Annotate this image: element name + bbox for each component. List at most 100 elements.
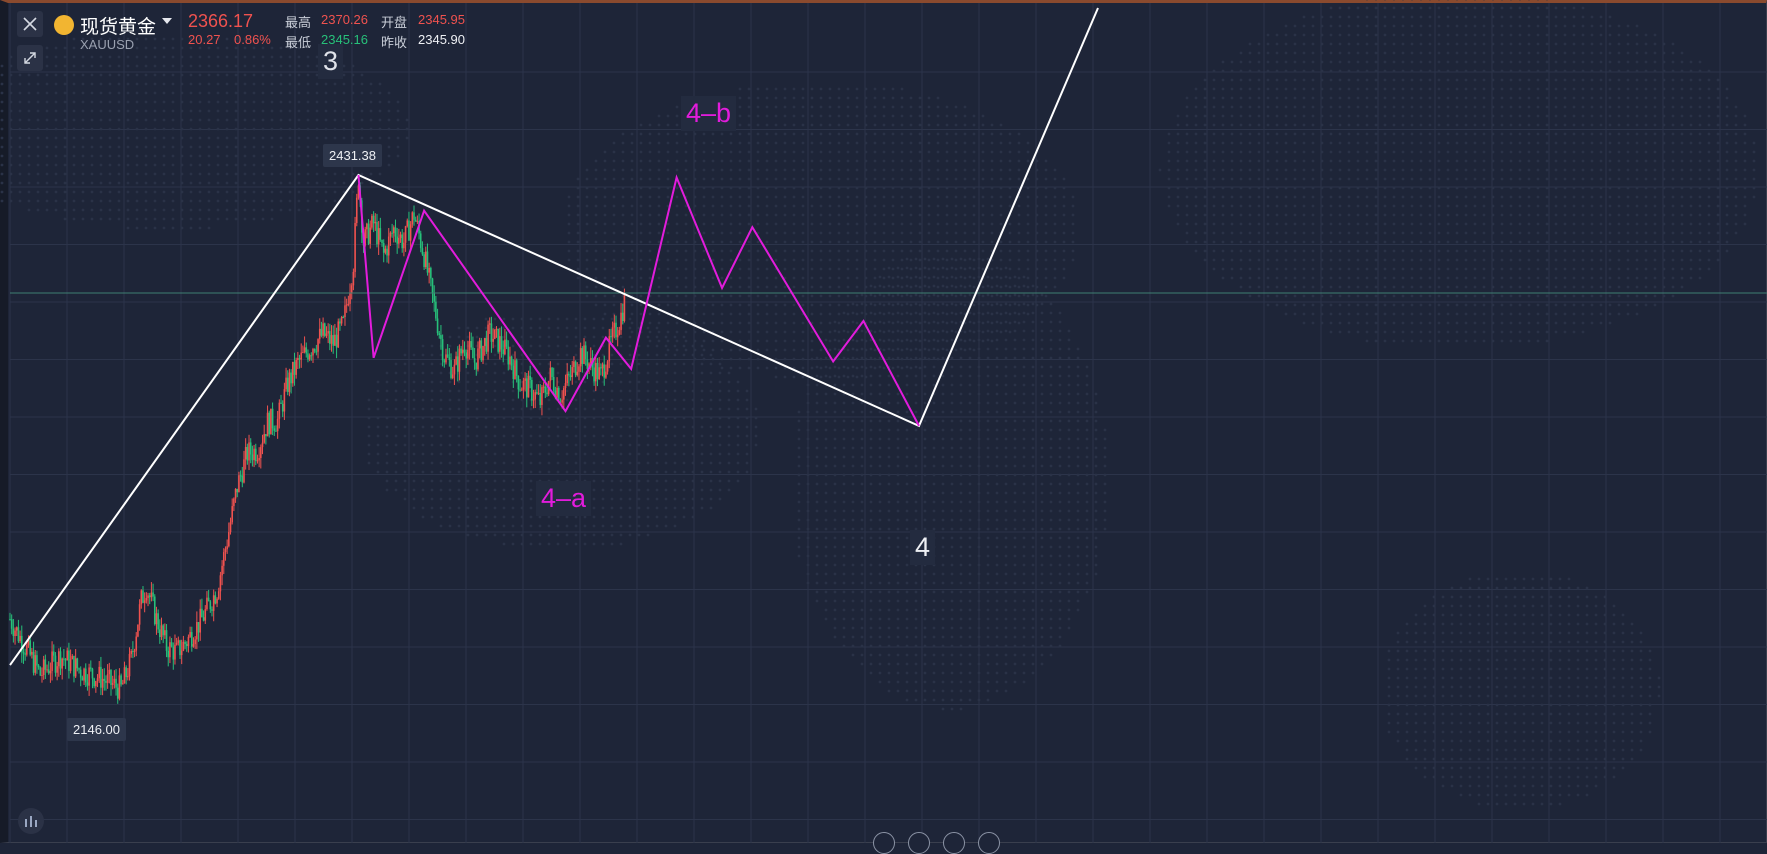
- map-dot: [1276, 169, 1279, 172]
- map-dot: [928, 331, 931, 334]
- map-dot: [1555, 52, 1558, 55]
- map-dot: [1600, 133, 1603, 136]
- map-dot: [1663, 277, 1666, 280]
- map-dot: [1456, 142, 1459, 145]
- map-dot: [1231, 79, 1234, 82]
- map-dot: [1573, 88, 1576, 91]
- map-dot: [1699, 250, 1702, 253]
- map-dot: [910, 187, 913, 190]
- map-dot: [1240, 52, 1243, 55]
- map-dot: [1591, 250, 1594, 253]
- map-dot: [1036, 304, 1039, 307]
- map-dot: [1014, 555, 1017, 558]
- map-dot: [996, 663, 999, 666]
- map-dot: [1465, 70, 1468, 73]
- map-dot: [1636, 70, 1639, 73]
- map-dot: [1041, 591, 1044, 594]
- map-dot: [1411, 88, 1414, 91]
- map-dot: [1027, 178, 1030, 181]
- map-dot: [964, 223, 967, 226]
- map-dot: [1636, 61, 1639, 64]
- map-dot: [825, 555, 828, 558]
- map-dot: [1690, 169, 1693, 172]
- map-dot: [1672, 286, 1675, 289]
- map-dot: [1366, 313, 1369, 316]
- map-dot: [897, 483, 900, 486]
- map-dot: [1059, 384, 1062, 387]
- map-dot: [973, 259, 976, 262]
- map-dot: [1267, 214, 1270, 217]
- map-dot: [919, 259, 922, 262]
- map-dot: [915, 672, 918, 675]
- map-dot: [910, 97, 913, 100]
- map-dot: [861, 582, 864, 585]
- map-dot: [879, 573, 882, 576]
- map-dot: [870, 528, 873, 531]
- map-dot: [1519, 16, 1522, 19]
- map-dot: [1402, 7, 1405, 10]
- map-dot: [1285, 223, 1288, 226]
- map-dot: [1591, 88, 1594, 91]
- map-dot: [1483, 331, 1486, 334]
- map-dot: [1528, 169, 1531, 172]
- map-dot: [1000, 160, 1003, 163]
- map-dot: [1591, 16, 1594, 19]
- map-dot: [1564, 205, 1567, 208]
- map-dot: [1095, 555, 1098, 558]
- map-dot: [946, 232, 949, 235]
- map-dot: [1276, 133, 1279, 136]
- map-dot: [870, 447, 873, 450]
- map-dot: [1564, 214, 1567, 217]
- map-dot: [604, 178, 607, 181]
- map-dot: [1528, 97, 1531, 100]
- map-dot: [1420, 178, 1423, 181]
- map-dot: [1384, 259, 1387, 262]
- map-dot: [1005, 555, 1008, 558]
- map-dot: [1501, 205, 1504, 208]
- map-dot: [703, 205, 706, 208]
- map-dot: [964, 151, 967, 154]
- map-dot: [1645, 277, 1648, 280]
- map-dot: [816, 519, 819, 522]
- map-dot: [969, 393, 972, 396]
- map-dot: [1447, 250, 1450, 253]
- map-dot: [649, 133, 652, 136]
- map-dot: [1303, 25, 1306, 28]
- map-dot: [1438, 160, 1441, 163]
- map-dot: [1474, 232, 1477, 235]
- map-dot: [820, 169, 823, 172]
- map-dot: [1564, 124, 1567, 127]
- map-dot: [1321, 34, 1324, 37]
- map-dot: [919, 178, 922, 181]
- map-dot: [1645, 178, 1648, 181]
- map-dot: [1339, 97, 1342, 100]
- map-dot: [721, 142, 724, 145]
- map-dot: [987, 681, 990, 684]
- map-dot: [676, 331, 679, 334]
- map-dot: [865, 151, 868, 154]
- map-dot: [1690, 277, 1693, 280]
- map-dot: [1564, 277, 1567, 280]
- map-dot: [1000, 259, 1003, 262]
- map-dot: [1645, 268, 1648, 271]
- map-dot: [1717, 97, 1720, 100]
- map-dot: [816, 384, 819, 387]
- map-dot: [1402, 259, 1405, 262]
- map-dot: [946, 331, 949, 334]
- map-dot: [798, 465, 801, 468]
- map-dot: [631, 169, 634, 172]
- map-dot: [1465, 196, 1468, 199]
- price-chart[interactable]: [0, 0, 1767, 843]
- map-dot: [1636, 106, 1639, 109]
- map-dot: [978, 456, 981, 459]
- map-dot: [906, 546, 909, 549]
- map-dot: [1000, 124, 1003, 127]
- map-dot: [721, 178, 724, 181]
- map-dot: [1411, 187, 1414, 190]
- map-dot: [604, 259, 607, 262]
- map-dot: [1005, 303, 1008, 306]
- map-dot: [1213, 250, 1216, 253]
- map-dot: [834, 546, 837, 549]
- map-dot: [1564, 151, 1567, 154]
- map-dot: [1699, 124, 1702, 127]
